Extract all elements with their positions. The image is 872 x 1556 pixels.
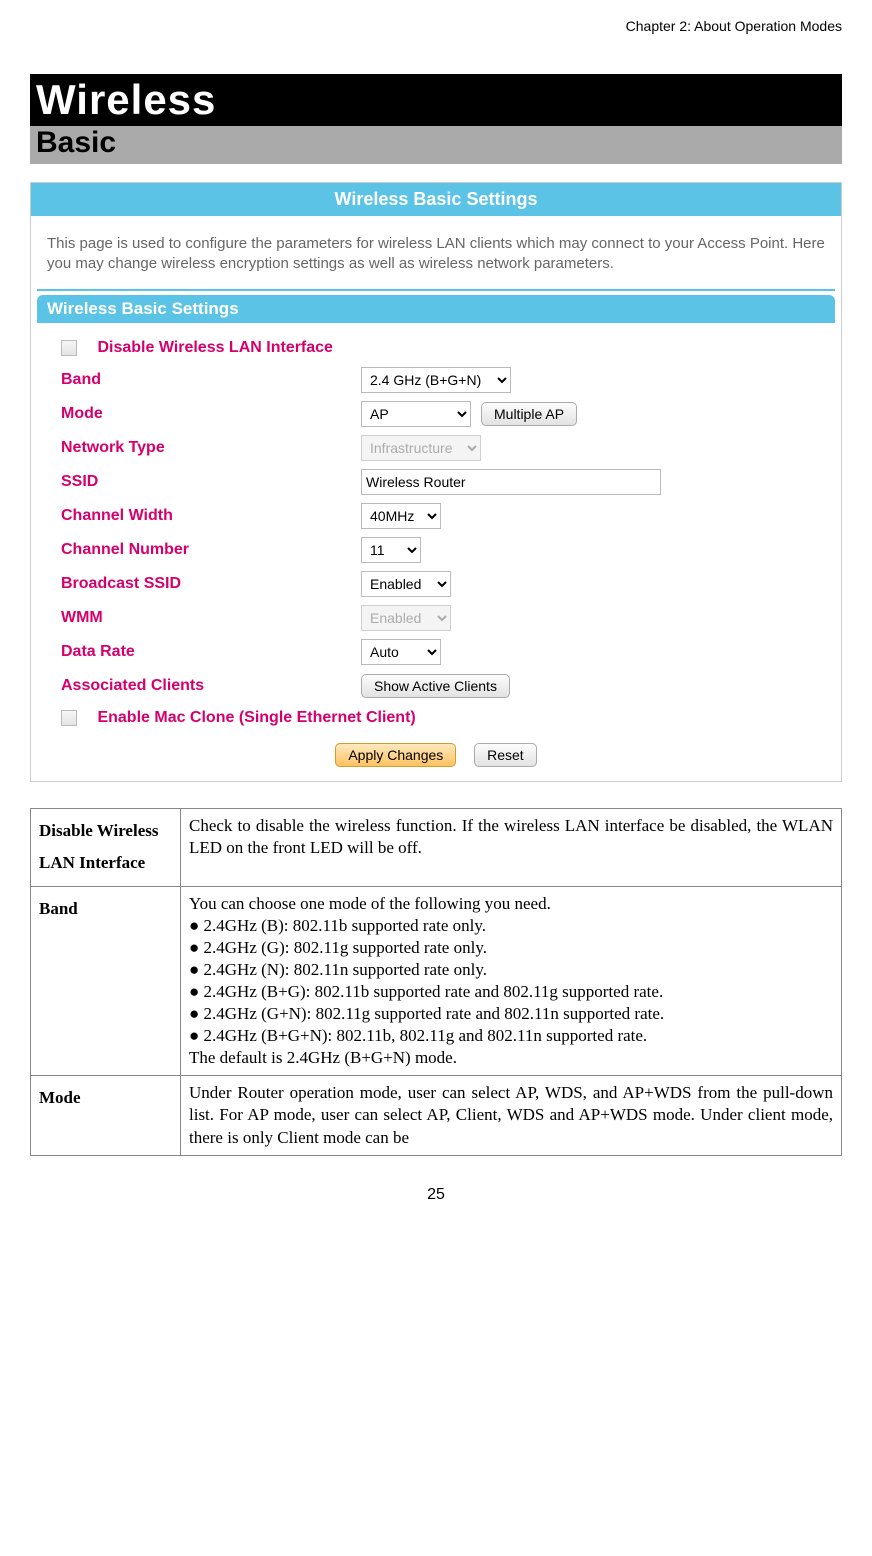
multiple-ap-button[interactable]: Multiple AP (481, 402, 577, 426)
row-band: Band 2.4 GHz (B+G+N) (31, 363, 841, 397)
cell-disable-heading: Disable Wireless LAN Interface (31, 808, 181, 886)
doc-table: Disable Wireless LAN Interface Check to … (30, 808, 842, 1156)
panel-description: This page is used to configure the param… (31, 216, 841, 289)
mac-clone-row: Enable Mac Clone (Single Ethernet Client… (31, 703, 841, 733)
panel-title: Wireless Basic Settings (31, 183, 841, 216)
reset-button[interactable]: Reset (474, 743, 537, 767)
page-number: 25 (30, 1186, 842, 1204)
label-chwidth: Channel Width (61, 507, 361, 525)
mac-clone-label: Enable Mac Clone (Single Ethernet Client… (97, 709, 415, 726)
cell-band-heading: Band (31, 886, 181, 1076)
label-drate: Data Rate (61, 643, 361, 661)
mode-select[interactable]: AP (361, 401, 471, 427)
cell-mode-heading: Mode (31, 1076, 181, 1155)
chwidth-select[interactable]: 40MHz (361, 503, 441, 529)
chapter-header: Chapter 2: About Operation Modes (30, 0, 842, 74)
row-mode: Mode AP Multiple AP (31, 397, 841, 431)
list-item: 2.4GHz (B): 802.11b supported rate only. (189, 915, 833, 937)
ssid-input[interactable] (361, 469, 661, 495)
row-ssid: SSID (31, 465, 841, 499)
table-row: Disable Wireless LAN Interface Check to … (31, 808, 842, 886)
label-asclients: Associated Clients (61, 677, 361, 695)
label-mode: Mode (61, 405, 361, 423)
show-clients-button[interactable]: Show Active Clients (361, 674, 510, 698)
label-nettype: Network Type (61, 439, 361, 457)
bssid-select[interactable]: Enabled (361, 571, 451, 597)
row-bssid: Broadcast SSID Enabled (31, 567, 841, 601)
panel-subtitle: Wireless Basic Settings (37, 295, 835, 323)
section-title: Wireless (30, 74, 842, 126)
band-intro: You can choose one mode of the following… (189, 893, 833, 915)
subsection-title: Basic (30, 126, 842, 164)
cell-band-body: You can choose one mode of the following… (181, 886, 842, 1076)
list-item: 2.4GHz (N): 802.11n supported rate only. (189, 959, 833, 981)
band-select[interactable]: 2.4 GHz (B+G+N) (361, 367, 511, 393)
table-row: Band You can choose one mode of the foll… (31, 886, 842, 1076)
row-drate: Data Rate Auto (31, 635, 841, 669)
list-item: 2.4GHz (G): 802.11g supported rate only. (189, 937, 833, 959)
row-chnum: Channel Number 11 (31, 533, 841, 567)
list-item: 2.4GHz (G+N): 802.11g supported rate and… (189, 1003, 833, 1025)
wmm-select: Enabled (361, 605, 451, 631)
button-row: Apply Changes Reset (31, 733, 841, 781)
divider (37, 289, 835, 291)
label-ssid: SSID (61, 473, 361, 491)
row-nettype: Network Type Infrastructure (31, 431, 841, 465)
row-asclients: Associated Clients Show Active Clients (31, 669, 841, 703)
list-item: 2.4GHz (B+G): 802.11b supported rate and… (189, 981, 833, 1003)
table-row: Mode Under Router operation mode, user c… (31, 1076, 842, 1155)
band-outro: The default is 2.4GHz (B+G+N) mode. (189, 1047, 833, 1069)
label-bssid: Broadcast SSID (61, 575, 361, 593)
drate-select[interactable]: Auto (361, 639, 441, 665)
settings-panel: Wireless Basic Settings This page is use… (30, 182, 842, 782)
band-list: 2.4GHz (B): 802.11b supported rate only.… (189, 915, 833, 1048)
disable-wireless-label: Disable Wireless LAN Interface (97, 339, 333, 356)
disable-wireless-checkbox[interactable] (61, 340, 77, 356)
row-wmm: WMM Enabled (31, 601, 841, 635)
label-chnum: Channel Number (61, 541, 361, 559)
label-wmm: WMM (61, 609, 361, 627)
disable-wireless-row: Disable Wireless LAN Interface (31, 333, 841, 363)
cell-disable-body: Check to disable the wireless function. … (181, 808, 842, 886)
list-item: 2.4GHz (B+G+N): 802.11b, 802.11g and 802… (189, 1025, 833, 1047)
mac-clone-checkbox[interactable] (61, 710, 77, 726)
apply-button[interactable]: Apply Changes (335, 743, 456, 767)
row-chwidth: Channel Width 40MHz (31, 499, 841, 533)
chnum-select[interactable]: 11 (361, 537, 421, 563)
cell-mode-body: Under Router operation mode, user can se… (181, 1076, 842, 1155)
nettype-select: Infrastructure (361, 435, 481, 461)
label-band: Band (61, 371, 361, 389)
